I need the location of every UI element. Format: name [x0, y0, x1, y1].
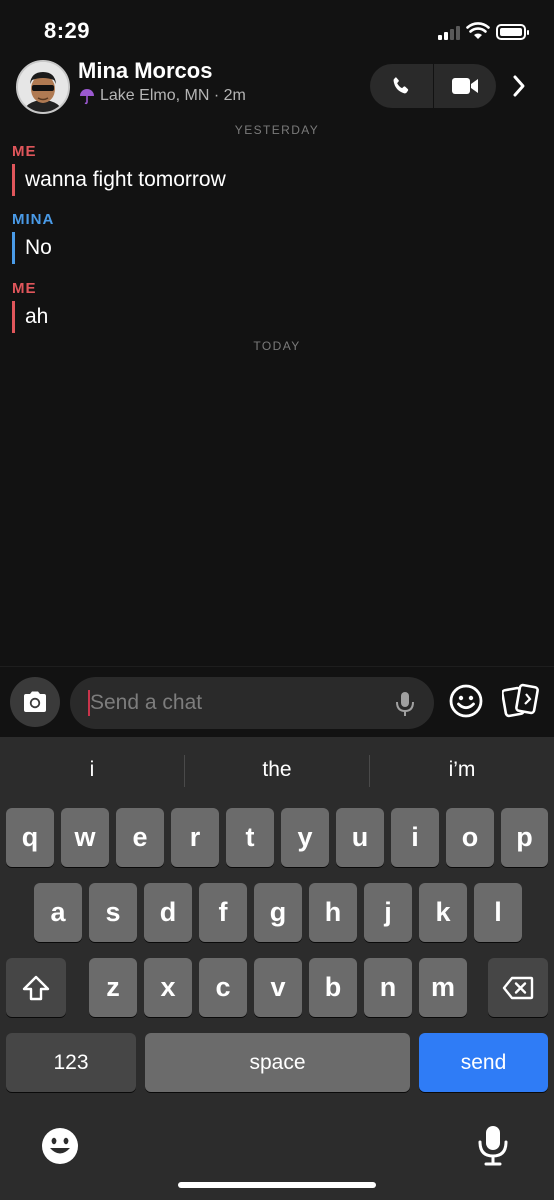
- shift-arrow-icon: [22, 975, 50, 1000]
- chevron-right-icon[interactable]: [512, 74, 526, 98]
- status-time: 8:29: [44, 18, 91, 43]
- video-call-button[interactable]: [434, 64, 497, 108]
- chat-input[interactable]: Send a chat: [70, 677, 434, 729]
- chat-input-placeholder: Send a chat: [90, 691, 203, 714]
- key-a[interactable]: a: [34, 883, 82, 942]
- phone-icon: [393, 77, 409, 94]
- key-g[interactable]: g: [254, 883, 302, 942]
- key-x[interactable]: x: [144, 958, 192, 1017]
- key-i[interactable]: i: [391, 808, 439, 867]
- voice-call-button[interactable]: [370, 64, 433, 108]
- key-l[interactable]: l: [474, 883, 522, 942]
- key-e[interactable]: e: [116, 808, 164, 867]
- key-w[interactable]: w: [61, 808, 109, 867]
- message-text[interactable]: wanna fight tomorrow: [12, 164, 226, 196]
- key-y[interactable]: y: [281, 808, 329, 867]
- message-sender: ME: [12, 280, 37, 297]
- cellular-signal-icon: [438, 26, 460, 40]
- chat-header: Mina Morcos Lake Elmo, MN · 2m: [0, 56, 554, 120]
- status-bar: 8:29: [0, 0, 554, 60]
- key-s[interactable]: s: [89, 883, 137, 942]
- key-c[interactable]: c: [199, 958, 247, 1017]
- day-separator-today: TODAY: [253, 339, 301, 353]
- contact-location: Lake Elmo, MN · 2m: [78, 87, 246, 105]
- message-text[interactable]: No: [12, 232, 52, 264]
- suggestion-item[interactable]: i’m: [370, 737, 554, 803]
- key-t[interactable]: t: [226, 808, 274, 867]
- key-n[interactable]: n: [364, 958, 412, 1017]
- key-f[interactable]: f: [199, 883, 247, 942]
- key-p[interactable]: p: [501, 808, 548, 867]
- cards-games-icon[interactable]: [502, 683, 540, 719]
- key-o[interactable]: o: [446, 808, 494, 867]
- video-icon: [451, 78, 478, 94]
- call-button-group: [370, 64, 496, 108]
- key-h[interactable]: h: [309, 883, 357, 942]
- key-v[interactable]: v: [254, 958, 302, 1017]
- shift-key[interactable]: [6, 958, 66, 1017]
- key-k[interactable]: k: [419, 883, 467, 942]
- key-r[interactable]: r: [171, 808, 219, 867]
- location-text: Lake Elmo, MN · 2m: [100, 87, 246, 104]
- suggestion-item[interactable]: the: [185, 737, 369, 803]
- emoji-keyboard-icon[interactable]: [40, 1126, 80, 1166]
- microphone-icon[interactable]: [394, 690, 416, 718]
- key-b[interactable]: b: [309, 958, 357, 1017]
- message-sender: ME: [12, 143, 37, 160]
- delete-key[interactable]: [488, 958, 548, 1017]
- key-z[interactable]: z: [89, 958, 137, 1017]
- message-text[interactable]: ah: [12, 301, 48, 333]
- bitmoji-avatar-icon: [18, 62, 68, 112]
- battery-icon: [496, 24, 529, 40]
- dictation-microphone-icon[interactable]: [476, 1124, 510, 1168]
- home-indicator: [178, 1182, 376, 1188]
- numbers-key[interactable]: 123: [6, 1033, 136, 1092]
- smiley-sticker-icon[interactable]: [448, 683, 484, 719]
- wifi-icon: [466, 22, 490, 39]
- key-q[interactable]: q: [6, 808, 54, 867]
- day-separator-yesterday: YESTERDAY: [234, 123, 320, 137]
- send-key[interactable]: send: [419, 1033, 548, 1092]
- umbrella-icon: [80, 89, 94, 105]
- contact-name[interactable]: Mina Morcos: [78, 58, 212, 84]
- key-j[interactable]: j: [364, 883, 412, 942]
- suggestion-item[interactable]: i: [0, 737, 184, 803]
- keyboard-suggestions: i the i’m: [0, 737, 554, 803]
- key-d[interactable]: d: [144, 883, 192, 942]
- camera-button[interactable]: [10, 677, 60, 727]
- avatar[interactable]: [16, 60, 70, 114]
- message-sender: MINA: [12, 211, 55, 228]
- backspace-icon: [502, 976, 534, 999]
- camera-icon: [24, 691, 46, 712]
- key-m[interactable]: m: [419, 958, 467, 1017]
- key-u[interactable]: u: [336, 808, 384, 867]
- space-key[interactable]: space: [145, 1033, 410, 1092]
